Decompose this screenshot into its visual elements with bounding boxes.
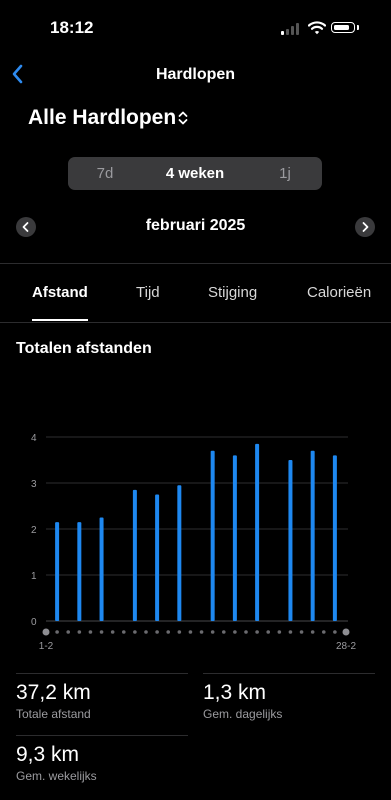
tab-calorieen[interactable]: Calorieën xyxy=(307,284,371,301)
y-tick-label: 0 xyxy=(31,617,37,628)
bar xyxy=(255,443,260,621)
segment-4-weken[interactable]: 4 weken xyxy=(142,157,248,190)
x-day-dot xyxy=(155,630,159,634)
x-day-dot xyxy=(333,630,337,634)
x-end-label: 28-2 xyxy=(336,641,356,652)
x-day-dot xyxy=(221,630,226,634)
x-day-dot xyxy=(144,630,148,634)
tab-afstand[interactable]: Afstand xyxy=(32,284,88,301)
bar xyxy=(99,517,104,621)
x-day-dot xyxy=(55,630,59,634)
x-day-dot xyxy=(166,630,171,634)
x-day-dot xyxy=(199,630,204,634)
x-day-dot xyxy=(233,630,237,634)
stat-divider xyxy=(16,673,188,674)
active-tab-indicator xyxy=(32,319,88,321)
x-day-dot xyxy=(299,630,304,634)
battery-tip xyxy=(357,25,359,30)
x-day-dot xyxy=(66,630,71,634)
segment-1j[interactable]: 1j xyxy=(248,157,322,190)
x-day-dot xyxy=(210,630,215,634)
x-day-dot xyxy=(121,630,126,634)
stat-weekly-label: Gem. wekelijks xyxy=(16,769,97,783)
bar xyxy=(332,455,337,621)
activity-type-selector[interactable]: Alle Hardlopen xyxy=(28,106,176,130)
cellular-signal-icon xyxy=(281,23,301,35)
nav-title: Hardlopen xyxy=(155,66,236,83)
bar xyxy=(77,522,82,621)
stat-weekly-value: 9,3 km xyxy=(16,743,80,766)
x-day-dot xyxy=(310,630,315,634)
stat-total-value: 37,2 km xyxy=(16,681,91,704)
bar xyxy=(132,489,137,621)
x-day-dot xyxy=(88,630,93,634)
battery-icon xyxy=(331,22,355,33)
stat-daily-value: 1,3 km xyxy=(203,681,267,704)
y-tick-label: 2 xyxy=(31,525,37,536)
x-day-dot xyxy=(133,630,137,634)
stat-divider xyxy=(203,673,375,674)
segment-7d[interactable]: 7d xyxy=(68,157,142,190)
section-title: Totalen afstanden xyxy=(16,340,152,357)
chevron-up-down-icon[interactable] xyxy=(177,109,189,127)
x-day-dot xyxy=(110,630,115,634)
status-time: 18:12 xyxy=(50,18,94,37)
period-label: februari 2025 xyxy=(145,217,246,234)
y-tick-label: 1 xyxy=(31,571,37,582)
stat-divider xyxy=(16,735,188,736)
x-day-dot xyxy=(266,630,271,634)
x-day-dot xyxy=(77,630,82,634)
divider xyxy=(0,263,391,264)
x-day-dot xyxy=(321,630,326,634)
stat-daily-label: Gem. dagelijks xyxy=(203,707,283,721)
bar xyxy=(288,460,293,621)
y-tick-label: 4 xyxy=(31,433,37,444)
bar xyxy=(310,450,315,621)
wifi-icon xyxy=(308,21,326,35)
x-day-dot xyxy=(277,630,282,634)
tab-tijd[interactable]: Tijd xyxy=(136,284,160,301)
stat-total-label: Totale afstand xyxy=(16,707,91,721)
distance-bar-chart: 0 1 2 3 4 1-2 28-2 xyxy=(31,433,356,652)
bar xyxy=(155,494,160,621)
next-month-button[interactable] xyxy=(355,217,375,237)
tab-stijging[interactable]: Stijging xyxy=(208,284,257,301)
chevron-right-icon xyxy=(362,222,369,232)
divider xyxy=(0,322,391,323)
x-day-dot xyxy=(99,630,104,634)
x-start-label: 1-2 xyxy=(39,641,54,652)
x-day-dot xyxy=(342,628,350,636)
bar xyxy=(210,450,215,621)
x-day-dot xyxy=(244,630,248,634)
x-day-dot xyxy=(42,628,50,636)
x-day-dot xyxy=(288,630,293,634)
bar xyxy=(177,485,182,621)
bar xyxy=(232,455,237,621)
bar xyxy=(55,522,60,621)
x-day-dot xyxy=(188,630,193,634)
range-segmented-control: 7d 4 weken 1j xyxy=(68,157,322,190)
x-day-dot xyxy=(177,630,182,634)
x-day-dot xyxy=(255,630,259,634)
y-tick-label: 3 xyxy=(31,479,37,490)
